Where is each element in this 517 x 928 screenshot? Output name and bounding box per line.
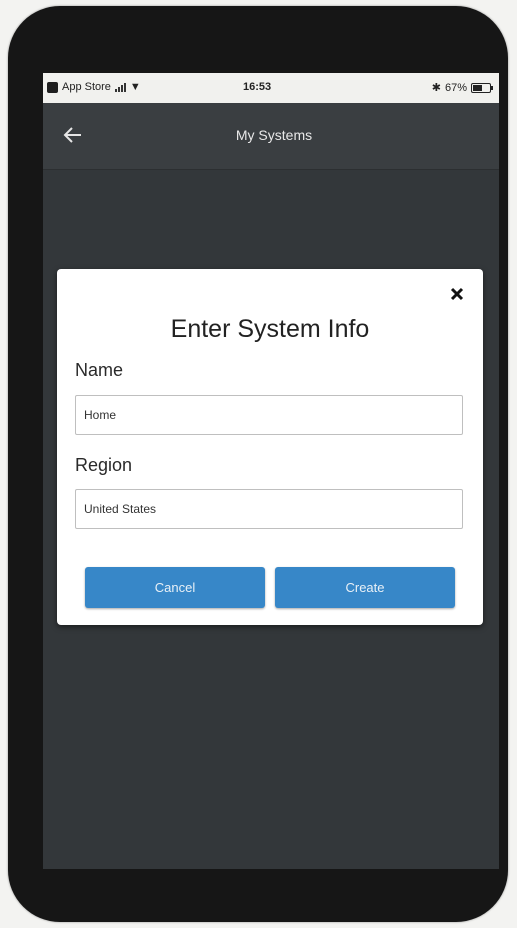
name-input[interactable]: [75, 395, 463, 435]
bluetooth-icon: ✱: [431, 82, 441, 94]
app-store-icon: [47, 81, 58, 93]
battery-percent: 67%: [444, 81, 467, 94]
region-input[interactable]: [75, 489, 463, 529]
status-right: ✱ 67%: [431, 81, 493, 94]
region-label: Region: [75, 455, 133, 475]
carrier-label: App Store: [62, 81, 111, 93]
wifi-icon: ▼: [129, 81, 141, 93]
status-time: 16:53: [243, 81, 272, 93]
create-button[interactable]: Create: [275, 567, 455, 608]
cancel-button[interactable]: Cancel: [85, 567, 265, 608]
dialog-title: Enter System Info: [170, 315, 370, 343]
name-label: Name: [75, 360, 124, 380]
page-title: My Systems: [235, 127, 313, 143]
system-info-dialog: Enter System Info Name Region Cancel Cre…: [57, 269, 483, 625]
signal-icon: [114, 82, 126, 92]
app-bar: My Systems: [43, 103, 499, 170]
status-bar: App Store ▼ 16:53 ✱ 67%: [43, 73, 499, 103]
close-icon[interactable]: [450, 287, 464, 301]
battery-icon: [471, 82, 493, 93]
status-left: App Store ▼: [47, 81, 141, 93]
